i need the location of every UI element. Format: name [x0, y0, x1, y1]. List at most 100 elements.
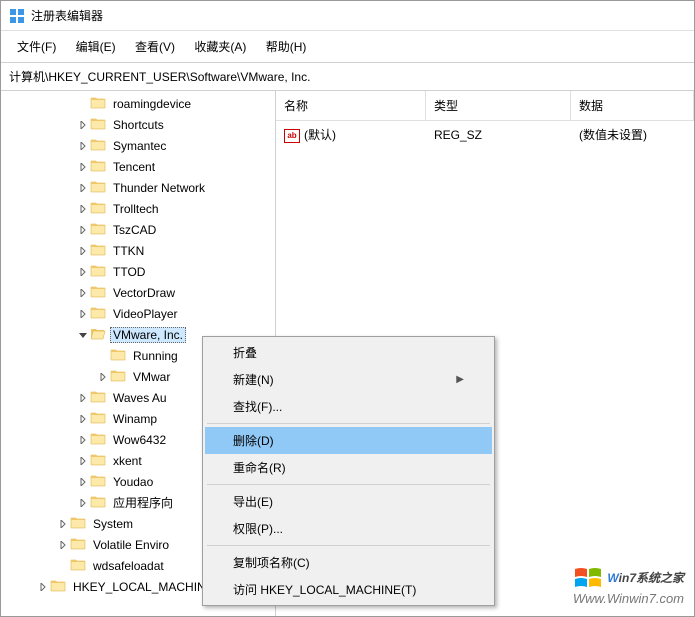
tree-node-label: TTOD: [110, 265, 148, 279]
context-menu-item[interactable]: 删除(D): [205, 427, 492, 454]
context-menu-label: 重命名(R): [233, 459, 286, 476]
col-header-name[interactable]: 名称: [276, 91, 426, 120]
chevron-down-icon[interactable]: [76, 331, 90, 339]
tree-node[interactable]: Trolltech: [1, 198, 275, 219]
folder-icon: [50, 578, 70, 595]
context-menu-separator: [207, 545, 490, 546]
tree-node-label: xkent: [110, 454, 145, 468]
folder-icon: [90, 242, 110, 259]
chevron-right-icon[interactable]: [76, 205, 90, 213]
chevron-right-icon[interactable]: [76, 142, 90, 150]
tree-node-label: Running: [130, 349, 181, 363]
tree-node[interactable]: Symantec: [1, 135, 275, 156]
col-header-data[interactable]: 数据: [571, 91, 694, 120]
folder-icon: [70, 557, 90, 574]
chevron-right-icon[interactable]: [76, 289, 90, 297]
tree-node-label: Thunder Network: [110, 181, 208, 195]
chevron-right-icon[interactable]: [56, 520, 70, 528]
context-menu-item[interactable]: 权限(P)...: [205, 515, 492, 542]
folder-icon: [90, 305, 110, 322]
tree-node[interactable]: TTOD: [1, 261, 275, 282]
folder-icon: [90, 431, 110, 448]
context-menu-item[interactable]: 折叠: [205, 339, 492, 366]
chevron-right-icon[interactable]: [96, 373, 110, 381]
folder-icon: [110, 347, 130, 364]
tree-node[interactable]: TTKN: [1, 240, 275, 261]
chevron-right-icon[interactable]: [76, 184, 90, 192]
tree-node[interactable]: TszCAD: [1, 219, 275, 240]
address-path: 计算机\HKEY_CURRENT_USER\Software\VMware, I…: [9, 70, 310, 84]
menu-view[interactable]: 查看(V): [127, 35, 183, 58]
tree-node-label: System: [90, 517, 136, 531]
context-menu-label: 导出(E): [233, 493, 273, 510]
chevron-right-icon[interactable]: [36, 583, 50, 591]
tree-node-label: VideoPlayer: [110, 307, 181, 321]
string-value-icon: ab: [284, 129, 300, 143]
tree-node-label: VectorDraw: [110, 286, 178, 300]
tree-node[interactable]: Thunder Network: [1, 177, 275, 198]
tree-node-label: VMwar: [130, 370, 173, 384]
tree-node-label: TTKN: [110, 244, 147, 258]
watermark-url: Www.Winwin7.com: [573, 591, 684, 606]
chevron-right-icon[interactable]: [76, 499, 90, 507]
chevron-right-icon: ▶: [456, 374, 464, 385]
tree-node-label: TszCAD: [110, 223, 159, 237]
context-menu-label: 访问 HKEY_LOCAL_MACHINE(T): [233, 581, 416, 598]
context-menu-item[interactable]: 导出(E): [205, 488, 492, 515]
chevron-right-icon[interactable]: [56, 541, 70, 549]
folder-icon: [90, 494, 110, 511]
chevron-right-icon[interactable]: [76, 247, 90, 255]
tree-node-label: Shortcuts: [110, 118, 167, 132]
chevron-right-icon[interactable]: [76, 226, 90, 234]
list-body: ab(默认)REG_SZ(数值未设置): [276, 121, 694, 148]
tree-node[interactable]: Shortcuts: [1, 114, 275, 135]
chevron-right-icon[interactable]: [76, 415, 90, 423]
window-title: 注册表编辑器: [31, 7, 103, 24]
tree-node-label: Winamp: [110, 412, 160, 426]
context-menu-separator: [207, 423, 490, 424]
menu-help[interactable]: 帮助(H): [258, 35, 315, 58]
value-data: (数值未设置): [571, 125, 694, 144]
folder-icon: [90, 326, 110, 343]
context-menu-item[interactable]: 新建(N)▶: [205, 366, 492, 393]
tree-node[interactable]: Tencent: [1, 156, 275, 177]
context-menu-item[interactable]: 复制项名称(C): [205, 549, 492, 576]
chevron-right-icon[interactable]: [76, 478, 90, 486]
menu-favorites[interactable]: 收藏夹(A): [186, 35, 254, 58]
tree-node[interactable]: roamingdevice: [1, 93, 275, 114]
tree-node-label: Tencent: [110, 160, 158, 174]
folder-icon: [90, 158, 110, 175]
context-menu-item[interactable]: 重命名(R): [205, 454, 492, 481]
menubar: 文件(F) 编辑(E) 查看(V) 收藏夹(A) 帮助(H): [1, 31, 694, 63]
list-row[interactable]: ab(默认)REG_SZ(数值未设置): [276, 123, 694, 146]
tree-node-label: roamingdevice: [110, 97, 194, 111]
folder-icon: [90, 284, 110, 301]
chevron-right-icon[interactable]: [76, 394, 90, 402]
menu-edit[interactable]: 编辑(E): [68, 35, 124, 58]
folder-icon: [90, 95, 110, 112]
context-menu-item[interactable]: 查找(F)...: [205, 393, 492, 420]
chevron-right-icon[interactable]: [76, 268, 90, 276]
folder-icon: [90, 200, 110, 217]
folder-icon: [90, 389, 110, 406]
folder-icon: [90, 473, 110, 490]
folder-icon: [90, 263, 110, 280]
tree-node[interactable]: VectorDraw: [1, 282, 275, 303]
chevron-right-icon[interactable]: [76, 121, 90, 129]
chevron-right-icon[interactable]: [76, 436, 90, 444]
chevron-right-icon[interactable]: [76, 163, 90, 171]
windows-flag-icon: [573, 567, 603, 589]
chevron-right-icon[interactable]: [76, 457, 90, 465]
chevron-right-icon[interactable]: [76, 310, 90, 318]
watermark: Win7系统之家 Www.Winwin7.com: [573, 567, 684, 606]
context-menu-item[interactable]: 访问 HKEY_LOCAL_MACHINE(T): [205, 576, 492, 603]
menu-file[interactable]: 文件(F): [9, 35, 64, 58]
folder-icon: [90, 137, 110, 154]
tree-node-label: Trolltech: [110, 202, 162, 216]
tree-node-label: VMware, Inc.: [110, 327, 186, 343]
tree-node-label: Wow6432: [110, 433, 169, 447]
tree-node[interactable]: VideoPlayer: [1, 303, 275, 324]
col-header-type[interactable]: 类型: [426, 91, 571, 120]
context-menu: 折叠新建(N)▶查找(F)... 删除(D) 重命名(R) 导出(E) 权限(P)...…: [202, 336, 495, 606]
address-bar[interactable]: 计算机\HKEY_CURRENT_USER\Software\VMware, I…: [1, 63, 694, 91]
